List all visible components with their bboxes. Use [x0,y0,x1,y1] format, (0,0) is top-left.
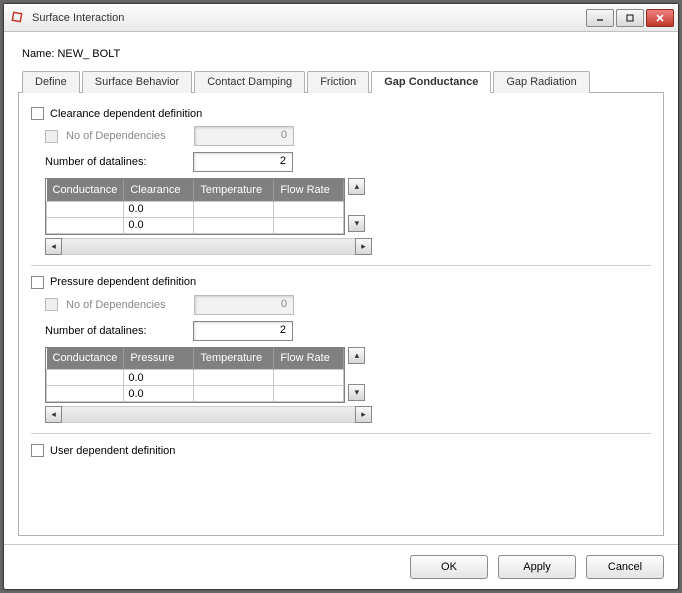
clearance-section: Clearance dependent definition No of Dep… [31,107,651,255]
clearance-grid[interactable]: Conductance Clearance Temperature Flow R… [45,178,345,235]
app-icon [10,10,26,26]
divider [31,265,651,266]
pressure-vscroll[interactable]: ▴ ▾ [348,347,365,401]
name-label: Name: [22,48,54,60]
tab-friction[interactable]: Friction [307,71,369,93]
clearance-col-conductance: Conductance [47,179,124,201]
maximize-button[interactable] [616,9,644,27]
clearance-definition-checkbox[interactable] [31,107,44,120]
pressure-datalines-label: Number of datalines: [45,325,185,337]
user-definition-label: User dependent definition [50,445,175,457]
close-button[interactable] [646,9,674,27]
window-title: Surface Interaction [32,12,124,24]
pressure-nodeps-label: No of Dependencies [66,299,186,311]
ok-button[interactable]: OK [410,555,488,579]
scroll-down-icon[interactable]: ▾ [348,215,365,232]
name-value: NEW_ BOLT [57,48,120,60]
scroll-right-icon[interactable]: ▸ [355,238,372,255]
pressure-datalines-input[interactable]: 2 [193,321,293,341]
clearance-nodeps-input: 0 [194,126,294,146]
clearance-nodeps-checkbox [45,130,58,143]
clearance-col-temperature: Temperature [194,179,274,201]
scroll-right-icon[interactable]: ▸ [355,406,372,423]
clearance-col-flowrate: Flow Rate [274,179,344,201]
clearance-definition-label: Clearance dependent definition [50,108,202,120]
pressure-col-pressure: Pressure [124,348,194,370]
clearance-vscroll[interactable]: ▴ ▾ [348,178,365,232]
name-row: Name: NEW_ BOLT [22,48,664,60]
footer: OK Apply Cancel [4,544,678,589]
scroll-left-icon[interactable]: ◂ [45,406,62,423]
pressure-col-temperature: Temperature [194,348,274,370]
scroll-left-icon[interactable]: ◂ [45,238,62,255]
tabstrip: Define Surface Behavior Contact Damping … [18,70,664,93]
clearance-datalines-input[interactable]: 2 [193,152,293,172]
user-definition-checkbox[interactable] [31,444,44,457]
scroll-down-icon[interactable]: ▾ [348,384,365,401]
table-row: 0.0 [47,201,344,217]
scroll-up-icon[interactable]: ▴ [348,178,365,195]
pressure-col-conductance: Conductance [47,348,124,370]
pressure-nodeps-checkbox [45,298,58,311]
apply-button[interactable]: Apply [498,555,576,579]
pressure-col-flowrate: Flow Rate [274,348,344,370]
scroll-up-icon[interactable]: ▴ [348,347,365,364]
cancel-button[interactable]: Cancel [586,555,664,579]
tab-contact-damping[interactable]: Contact Damping [194,71,305,93]
tab-surface-behavior[interactable]: Surface Behavior [82,71,192,93]
table-row: 0.0 [47,217,344,233]
divider [31,433,651,434]
pressure-nodeps-input: 0 [194,295,294,315]
pressure-section: Pressure dependent definition No of Depe… [31,276,651,424]
pressure-definition-label: Pressure dependent definition [50,276,196,288]
clearance-datalines-label: Number of datalines: [45,156,185,168]
clearance-nodeps-label: No of Dependencies [66,130,186,142]
tab-gap-radiation[interactable]: Gap Radiation [493,71,589,93]
tab-define[interactable]: Define [22,71,80,93]
clearance-hscroll[interactable]: ◂ ▸ [45,238,372,255]
clearance-col-clearance: Clearance [124,179,194,201]
tab-panel-gap-conductance: Clearance dependent definition No of Dep… [18,93,664,536]
minimize-button[interactable] [586,9,614,27]
pressure-grid[interactable]: Conductance Pressure Temperature Flow Ra… [45,347,345,404]
window: Surface Interaction Name: NEW_ BOLT Defi… [3,3,679,590]
titlebar: Surface Interaction [4,4,678,32]
table-row: 0.0 [47,370,344,386]
user-section: User dependent definition [31,444,651,457]
table-row: 0.0 [47,386,344,402]
pressure-hscroll[interactable]: ◂ ▸ [45,406,372,423]
pressure-definition-checkbox[interactable] [31,276,44,289]
tab-gap-conductance[interactable]: Gap Conductance [371,71,491,93]
